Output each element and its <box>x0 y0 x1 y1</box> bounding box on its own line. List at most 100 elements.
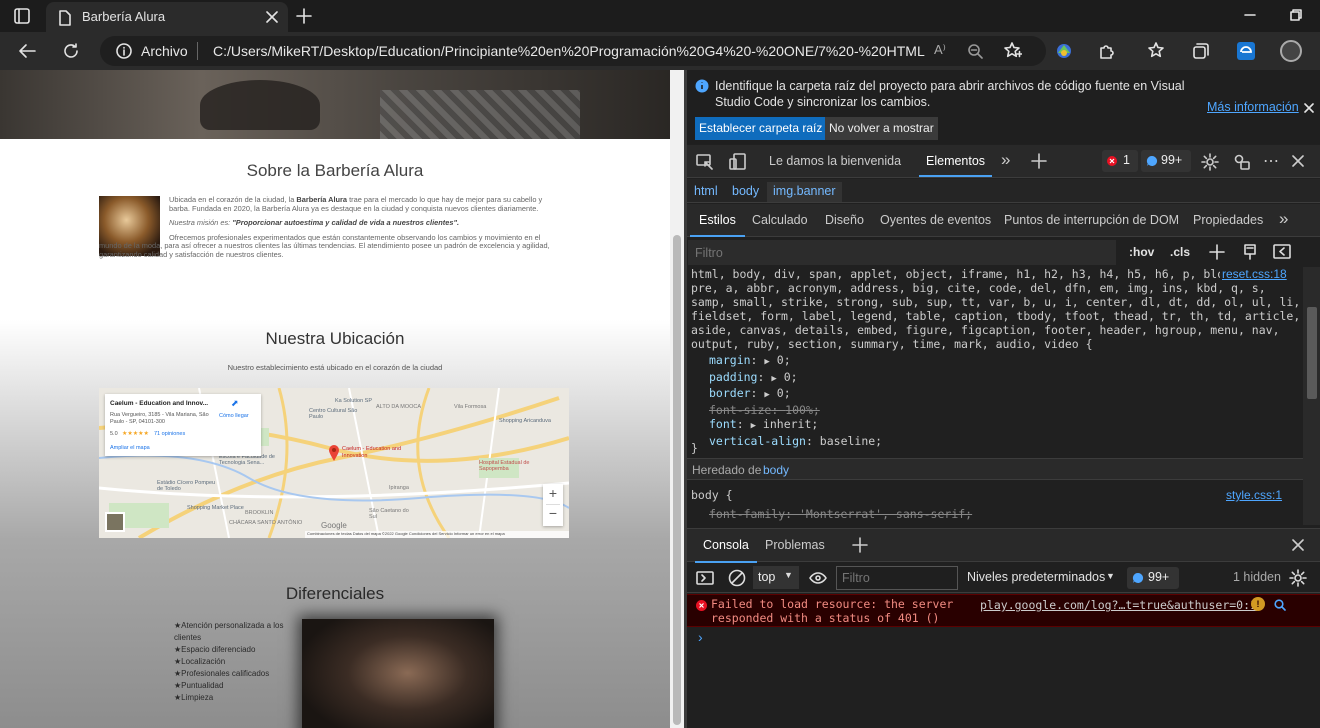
refresh-icon[interactable] <box>62 42 80 60</box>
declaration[interactable]: vertical-align: baseline; <box>709 434 882 449</box>
reset-css-link[interactable]: reset.css:18 <box>1220 267 1287 281</box>
profile-avatar[interactable] <box>1280 40 1302 62</box>
directions-icon[interactable]: ⬈ <box>231 398 239 409</box>
browser-tab[interactable]: Barbería Alura <box>46 2 288 32</box>
extensions-puzzle-icon[interactable] <box>1098 42 1116 60</box>
connected-devices-icon[interactable] <box>1233 153 1251 171</box>
console-prompt[interactable]: › <box>698 629 703 645</box>
map-place: BROOKLIN <box>245 510 274 516</box>
toggle-sidebar-icon[interactable] <box>1273 244 1291 260</box>
url-text[interactable]: C:/Users/MikeRT/Desktop/Education/Princi… <box>213 43 925 59</box>
tab-welcome[interactable]: Le damos la bienvenida <box>769 154 901 168</box>
breadcrumb-body[interactable]: body <box>732 184 759 198</box>
new-tab-icon[interactable] <box>296 8 312 24</box>
tab-console[interactable]: Consola <box>695 537 757 563</box>
directions-link[interactable]: Cómo llegar <box>219 413 249 419</box>
inherited-from-link[interactable]: body <box>763 463 789 477</box>
settings-gear-icon[interactable] <box>1201 153 1219 171</box>
declaration-overridden[interactable]: font-family: 'Montserrat', sans-serif; <box>709 507 972 521</box>
read-aloud-icon[interactable]: A⁾ <box>934 42 946 58</box>
infobar-close-icon[interactable] <box>1304 103 1314 113</box>
add-tab-icon[interactable] <box>1031 153 1047 169</box>
map-pin-icon[interactable] <box>328 444 340 462</box>
context-selector[interactable]: top ▼ <box>753 566 799 589</box>
declaration[interactable]: border: ▶ 0; <box>709 386 882 403</box>
console-settings-icon[interactable] <box>1289 569 1307 587</box>
declaration[interactable]: margin: ▶ 0; <box>709 353 882 370</box>
levels-arrow-icon[interactable]: ▼ <box>1106 571 1115 581</box>
tab-dom-breakpoints[interactable]: Puntos de interrupción de DOM <box>1004 213 1179 227</box>
more-tabs-icon[interactable]: » <box>1001 150 1010 170</box>
zoom-out-icon[interactable] <box>968 44 983 59</box>
dont-show-again-button[interactable]: No volver a mostrar <box>825 117 938 140</box>
error-source-link[interactable]: play.google.com/log?…t=true&authuser=0:1 <box>980 598 1257 612</box>
satellite-toggle[interactable] <box>105 512 125 532</box>
breadcrumb-html[interactable]: html <box>694 184 718 198</box>
tab-properties[interactable]: Propiedades <box>1193 213 1263 227</box>
differentials-list: ★Atención personalizada a los clientes ★… <box>174 620 300 704</box>
list-item: ★Localización <box>174 657 226 666</box>
console-issues-counter[interactable]: 99+ <box>1127 567 1179 589</box>
styles-scrollbar[interactable] <box>1303 267 1320 525</box>
device-emulation-icon[interactable] <box>729 153 747 171</box>
cls-toggle[interactable]: .cls <box>1170 245 1190 259</box>
back-icon[interactable] <box>18 43 36 59</box>
tab-layout[interactable]: Diseño <box>825 213 864 227</box>
breadcrumb-img-banner[interactable]: img.banner <box>767 182 842 202</box>
info-icon[interactable] <box>116 43 132 59</box>
styles-filter-input[interactable] <box>688 240 1116 265</box>
more-style-tabs-icon[interactable]: » <box>1279 209 1288 229</box>
log-levels-dropdown[interactable]: Niveles predeterminados <box>967 570 1105 584</box>
declaration-overridden[interactable]: font-size: 100%; <box>709 403 882 418</box>
issue-badge-icon[interactable]: ! <box>1251 597 1265 611</box>
embedded-map[interactable]: Ka Solution SP Centro Cultural São Paulo… <box>99 388 569 538</box>
tab-styles[interactable]: Estilos <box>690 212 745 237</box>
tab-event-listeners[interactable]: Oyentes de eventos <box>880 213 991 227</box>
set-root-folder-button[interactable]: Establecer carpeta raíz <box>695 117 827 140</box>
page-scrollbar[interactable] <box>670 70 684 728</box>
add-drawer-tab-icon[interactable] <box>852 537 868 553</box>
close-devtools-icon[interactable] <box>1292 155 1304 167</box>
styles-pane: html, body, div, span, applet, object, i… <box>687 267 1303 525</box>
issues-counter[interactable]: 99+ <box>1141 150 1191 172</box>
tab-computed[interactable]: Calculado <box>752 213 808 227</box>
edge-extension-icon[interactable] <box>1236 41 1256 61</box>
favorite-add-icon[interactable] <box>1004 42 1022 60</box>
show-sidebar-icon[interactable] <box>696 571 714 585</box>
search-icon[interactable] <box>1274 599 1286 611</box>
more-options-icon[interactable]: ⋯ <box>1263 151 1279 171</box>
zoom-in-button[interactable]: + <box>543 485 563 501</box>
restore-icon[interactable] <box>1290 9 1302 21</box>
map-card-address: Rua Vergueiro, 3185 - Vila Mariana, São … <box>110 412 209 425</box>
minimize-icon[interactable] <box>1244 9 1256 21</box>
declaration[interactable]: padding: ▶ 0; <box>709 370 882 387</box>
close-drawer-icon[interactable] <box>1292 539 1304 551</box>
clear-console-icon[interactable] <box>728 569 746 587</box>
errors-counter[interactable]: 1 <box>1102 150 1138 172</box>
new-rule-icon[interactable] <box>1209 244 1225 260</box>
inspect-element-icon[interactable] <box>696 154 714 170</box>
console-error-message[interactable]: Failed to load resource: the server resp… <box>687 594 1320 627</box>
reviews-link[interactable]: 71 opiniones <box>154 431 185 437</box>
dropdown-arrow-icon: ▼ <box>784 570 793 580</box>
declaration[interactable]: font: ▶ inherit; <box>709 417 882 434</box>
tab-issues[interactable]: Problemas <box>765 538 825 552</box>
hov-toggle[interactable]: :hov <box>1129 245 1154 259</box>
styles-scrollbar-thumb[interactable] <box>1307 307 1317 399</box>
tab-actions-icon[interactable] <box>14 8 30 24</box>
live-expression-eye-icon[interactable] <box>809 571 827 585</box>
console-filter-input[interactable] <box>836 566 958 590</box>
favorites-icon[interactable] <box>1148 42 1166 60</box>
enlarge-map-link[interactable]: Ampliar el mapa <box>110 445 150 451</box>
map-place: Shopping Market Place <box>187 505 244 511</box>
address-bar[interactable]: Archivo C:/Users/MikeRT/Desktop/Educatio… <box>100 36 1046 66</box>
style-css-link[interactable]: style.css:1 <box>1226 488 1282 502</box>
zoom-out-button[interactable]: − <box>543 505 563 521</box>
close-tab-icon[interactable] <box>266 11 278 23</box>
extension-colorful-icon[interactable] <box>1054 41 1074 61</box>
page-scrollbar-thumb[interactable] <box>673 235 681 725</box>
tab-elements[interactable]: Elementos <box>919 153 993 177</box>
collections-icon[interactable] <box>1192 42 1210 60</box>
color-palette-icon[interactable] <box>1242 244 1258 260</box>
more-info-link[interactable]: Más información <box>1207 100 1299 114</box>
